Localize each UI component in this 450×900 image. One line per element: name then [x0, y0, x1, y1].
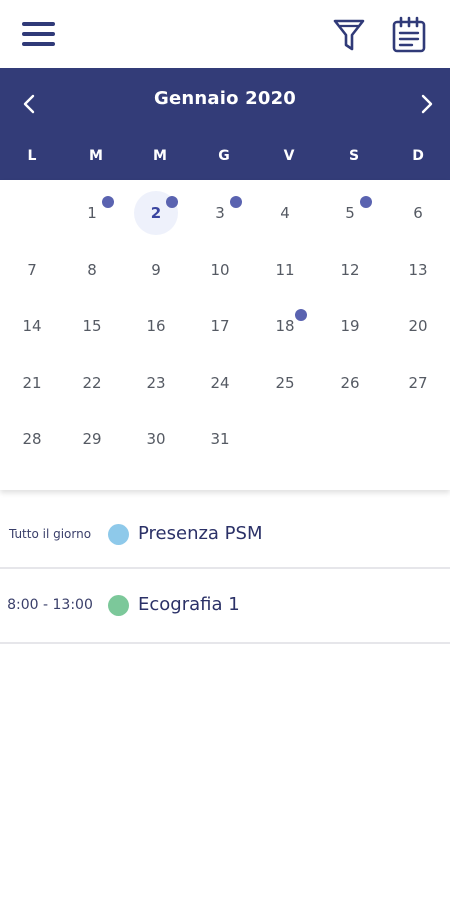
calendar-day[interactable]: 13 — [396, 248, 440, 292]
notepad-list-icon[interactable] — [390, 16, 428, 54]
event-color-dot — [108, 524, 129, 545]
calendar-day[interactable]: 20 — [396, 304, 440, 348]
weekday-label: S — [348, 148, 360, 164]
calendar-day[interactable]: 5 — [328, 191, 372, 235]
calendar-day[interactable]: 18 — [263, 304, 307, 348]
calendar-day[interactable]: 22 — [70, 361, 114, 405]
calendar-day[interactable]: 21 — [10, 361, 54, 405]
calendar-day[interactable]: 12 — [328, 248, 372, 292]
calendar-day[interactable]: 28 — [10, 417, 54, 461]
calendar-header: Gennaio 2020 L M M G V S D — [0, 68, 450, 180]
calendar-day[interactable]: 9 — [134, 248, 178, 292]
calendar-day[interactable]: 7 — [10, 248, 54, 292]
calendar-day[interactable]: 1 — [70, 191, 114, 235]
weekday-label: D — [412, 148, 424, 164]
calendar-day[interactable]: 17 — [198, 304, 242, 348]
calendar-day[interactable]: 25 — [263, 361, 307, 405]
calendar-day[interactable]: 2 — [134, 191, 178, 235]
calendar-day[interactable]: 31 — [198, 417, 242, 461]
calendar-day[interactable]: 8 — [70, 248, 114, 292]
weekday-row: L M M G V S D — [0, 148, 450, 170]
event-item[interactable]: Tutto il giorno Presenza PSM — [0, 500, 450, 568]
weekday-label: L — [27, 148, 37, 164]
month-title: Gennaio 2020 — [153, 88, 297, 109]
filter-funnel-icon[interactable] — [331, 16, 367, 54]
weekday-label: V — [283, 148, 295, 164]
calendar-grid: 1 2 3 4 5 6 7 8 9 10 11 12 13 14 15 16 17 18 19 20 21 22 23 24 2… — [0, 180, 450, 490]
calendar-day[interactable]: 14 — [10, 304, 54, 348]
event-title: Ecografia 1 — [138, 594, 240, 615]
hamburger-menu-icon[interactable] — [22, 20, 55, 48]
event-item[interactable]: 8:00 - 13:00 Ecografia 1 — [0, 571, 450, 639]
calendar-day[interactable]: 6 — [396, 191, 440, 235]
calendar-day[interactable]: 11 — [263, 248, 307, 292]
weekday-label: M — [89, 148, 103, 164]
calendar-day[interactable]: 29 — [70, 417, 114, 461]
calendar-day[interactable]: 19 — [328, 304, 372, 348]
event-time: Tutto il giorno — [8, 527, 92, 541]
event-color-dot — [108, 595, 129, 616]
top-app-bar — [0, 0, 450, 68]
calendar-day[interactable]: 4 — [263, 191, 307, 235]
calendar-day[interactable]: 3 — [198, 191, 242, 235]
calendar-day[interactable]: 27 — [396, 361, 440, 405]
event-time: 8:00 - 13:00 — [7, 597, 93, 613]
divider — [0, 567, 450, 569]
event-title: Presenza PSM — [138, 523, 263, 544]
calendar-day[interactable]: 30 — [134, 417, 178, 461]
weekday-label: M — [153, 148, 167, 164]
calendar-day[interactable]: 23 — [134, 361, 178, 405]
chevron-right-icon[interactable] — [408, 86, 444, 122]
weekday-label: G — [218, 148, 230, 164]
calendar-day[interactable]: 15 — [70, 304, 114, 348]
calendar-day[interactable]: 26 — [328, 361, 372, 405]
calendar-day[interactable]: 10 — [198, 248, 242, 292]
divider — [0, 642, 450, 644]
calendar-day[interactable]: 24 — [198, 361, 242, 405]
calendar-day[interactable]: 16 — [134, 304, 178, 348]
